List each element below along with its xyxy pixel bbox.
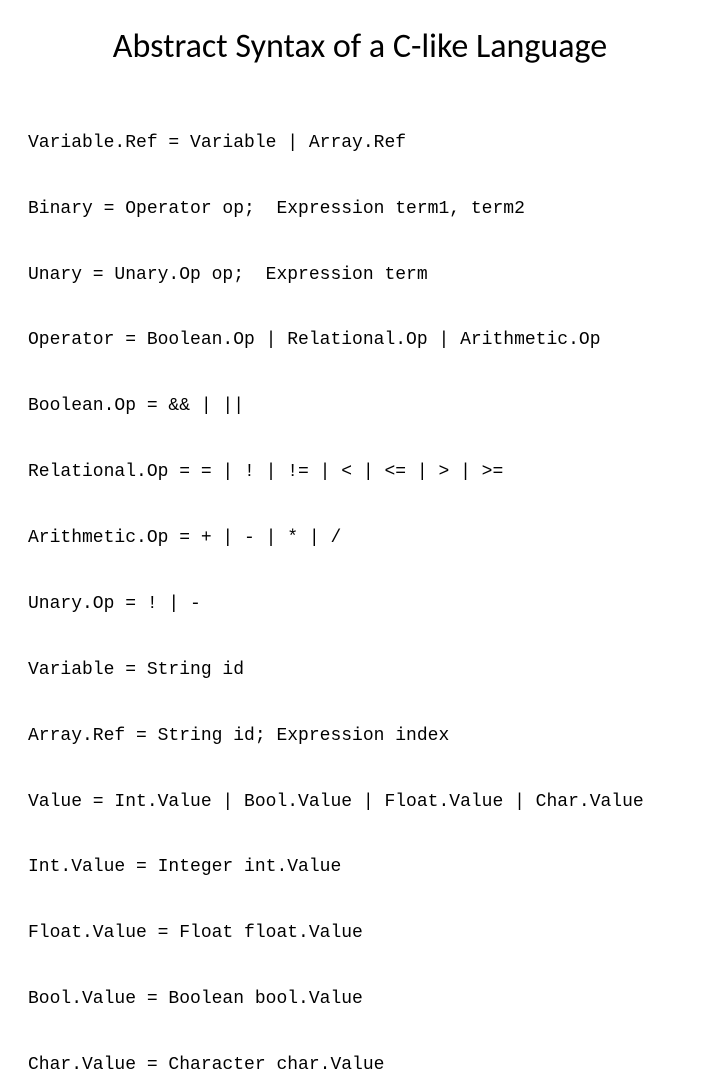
grammar-line: Variable = String id (28, 660, 692, 682)
grammar-line: Unary = Unary.Op op; Expression term (28, 265, 692, 287)
grammar-line: Bool.Value = Boolean bool.Value (28, 989, 692, 1011)
grammar-line: Boolean.Op = && | || (28, 396, 692, 418)
grammar-line: Float.Value = Float float.Value (28, 923, 692, 945)
grammar-line: Int.Value = Integer int.Value (28, 857, 692, 879)
page-title: Abstract Syntax of a C-like Language (28, 26, 692, 67)
grammar-line: Array.Ref = String id; Expression index (28, 726, 692, 748)
grammar-block: Variable.Ref = Variable | Array.Ref Bina… (28, 89, 692, 1080)
grammar-line: Relational.Op = = | ! | != | < | <= | > … (28, 462, 692, 484)
grammar-line: Unary.Op = ! | - (28, 594, 692, 616)
grammar-line: Value = Int.Value | Bool.Value | Float.V… (28, 792, 692, 814)
grammar-line: Variable.Ref = Variable | Array.Ref (28, 133, 692, 155)
grammar-line: Arithmetic.Op = + | - | * | / (28, 528, 692, 550)
slide: Abstract Syntax of a C-like Language Var… (0, 0, 720, 540)
grammar-line: Char.Value = Character char.Value (28, 1055, 692, 1077)
grammar-line: Binary = Operator op; Expression term1, … (28, 199, 692, 221)
grammar-line: Operator = Boolean.Op | Relational.Op | … (28, 330, 692, 352)
